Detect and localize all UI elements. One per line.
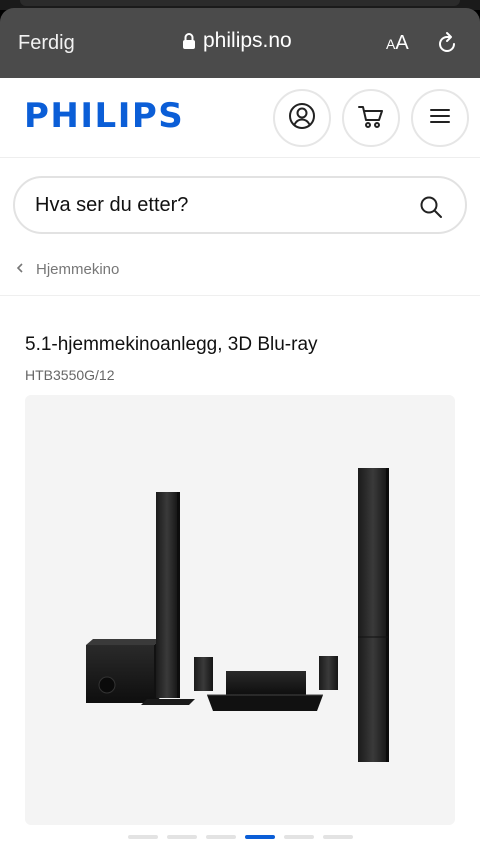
image-carousel-indicator[interactable] — [0, 835, 480, 839]
lock-icon — [182, 32, 196, 50]
carousel-dot[interactable] — [283, 835, 314, 839]
breadcrumb-link[interactable]: Hjemmekino — [36, 261, 119, 278]
carousel-dot[interactable] — [322, 835, 353, 839]
product-image[interactable] — [25, 395, 455, 825]
url-text: philips.no — [203, 29, 292, 52]
cart-button[interactable] — [342, 89, 400, 147]
site-header: PHILIPS — [0, 78, 480, 158]
carousel-dot-active[interactable] — [244, 835, 275, 839]
text-size-button[interactable]: AA — [386, 32, 409, 55]
menu-button[interactable] — [411, 89, 469, 147]
philips-logo[interactable]: PHILIPS — [24, 96, 184, 136]
account-icon — [288, 102, 316, 135]
cart-icon — [357, 102, 385, 135]
search-input[interactable] — [35, 194, 415, 217]
done-button[interactable]: Ferdig — [18, 32, 75, 55]
address-bar[interactable]: philips.no — [182, 29, 292, 53]
breadcrumb[interactable]: Hjemmekino — [16, 261, 119, 278]
search-icon[interactable] — [419, 195, 443, 219]
carousel-dot[interactable] — [166, 835, 197, 839]
browser-toolbar: Ferdig philips.no AA — [0, 8, 480, 78]
reload-icon[interactable] — [436, 31, 458, 55]
search-bar[interactable] — [13, 176, 467, 234]
divider — [0, 295, 480, 296]
product-title: 5.1-hjemmekinoanlegg, 3D Blu-ray — [25, 334, 318, 355]
carousel-dot[interactable] — [127, 835, 158, 839]
hamburger-menu-icon — [429, 107, 451, 130]
carousel-dot[interactable] — [205, 835, 236, 839]
product-sku: HTB3550G/12 — [25, 367, 115, 383]
account-button[interactable] — [273, 89, 331, 147]
chevron-left-icon — [16, 261, 24, 278]
web-page: PHILIPS Hva ser du etter? Hjemmekino 5.1… — [0, 78, 480, 853]
